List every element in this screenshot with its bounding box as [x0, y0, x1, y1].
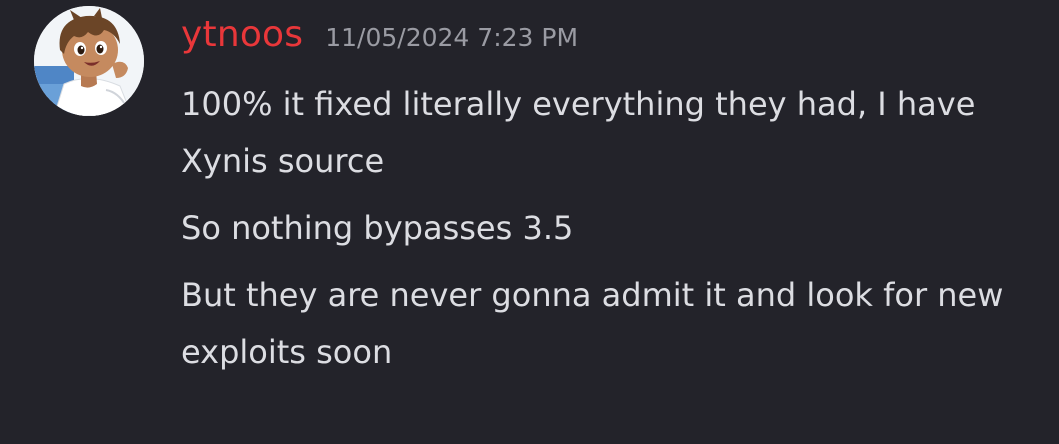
message-paragraph: So nothing bypasses 3.5 — [181, 209, 574, 247]
message-content: 100% it fixed literally everything they … — [181, 76, 1041, 391]
message-timestamp: 11/05/2024 7:23 PM — [325, 23, 579, 52]
chat-message: ytnoos 11/05/2024 7:23 PM 100% it fixed … — [0, 0, 1059, 444]
message-paragraph: 100% it fixed literally everything they … — [181, 85, 976, 180]
anime-boy-avatar-icon — [34, 6, 144, 116]
user-avatar[interactable] — [34, 6, 144, 116]
message-header: ytnoos 11/05/2024 7:23 PM — [181, 14, 578, 70]
username[interactable]: ytnoos — [181, 14, 303, 55]
message-paragraph: But they are never gonna admit it and lo… — [181, 276, 1004, 371]
